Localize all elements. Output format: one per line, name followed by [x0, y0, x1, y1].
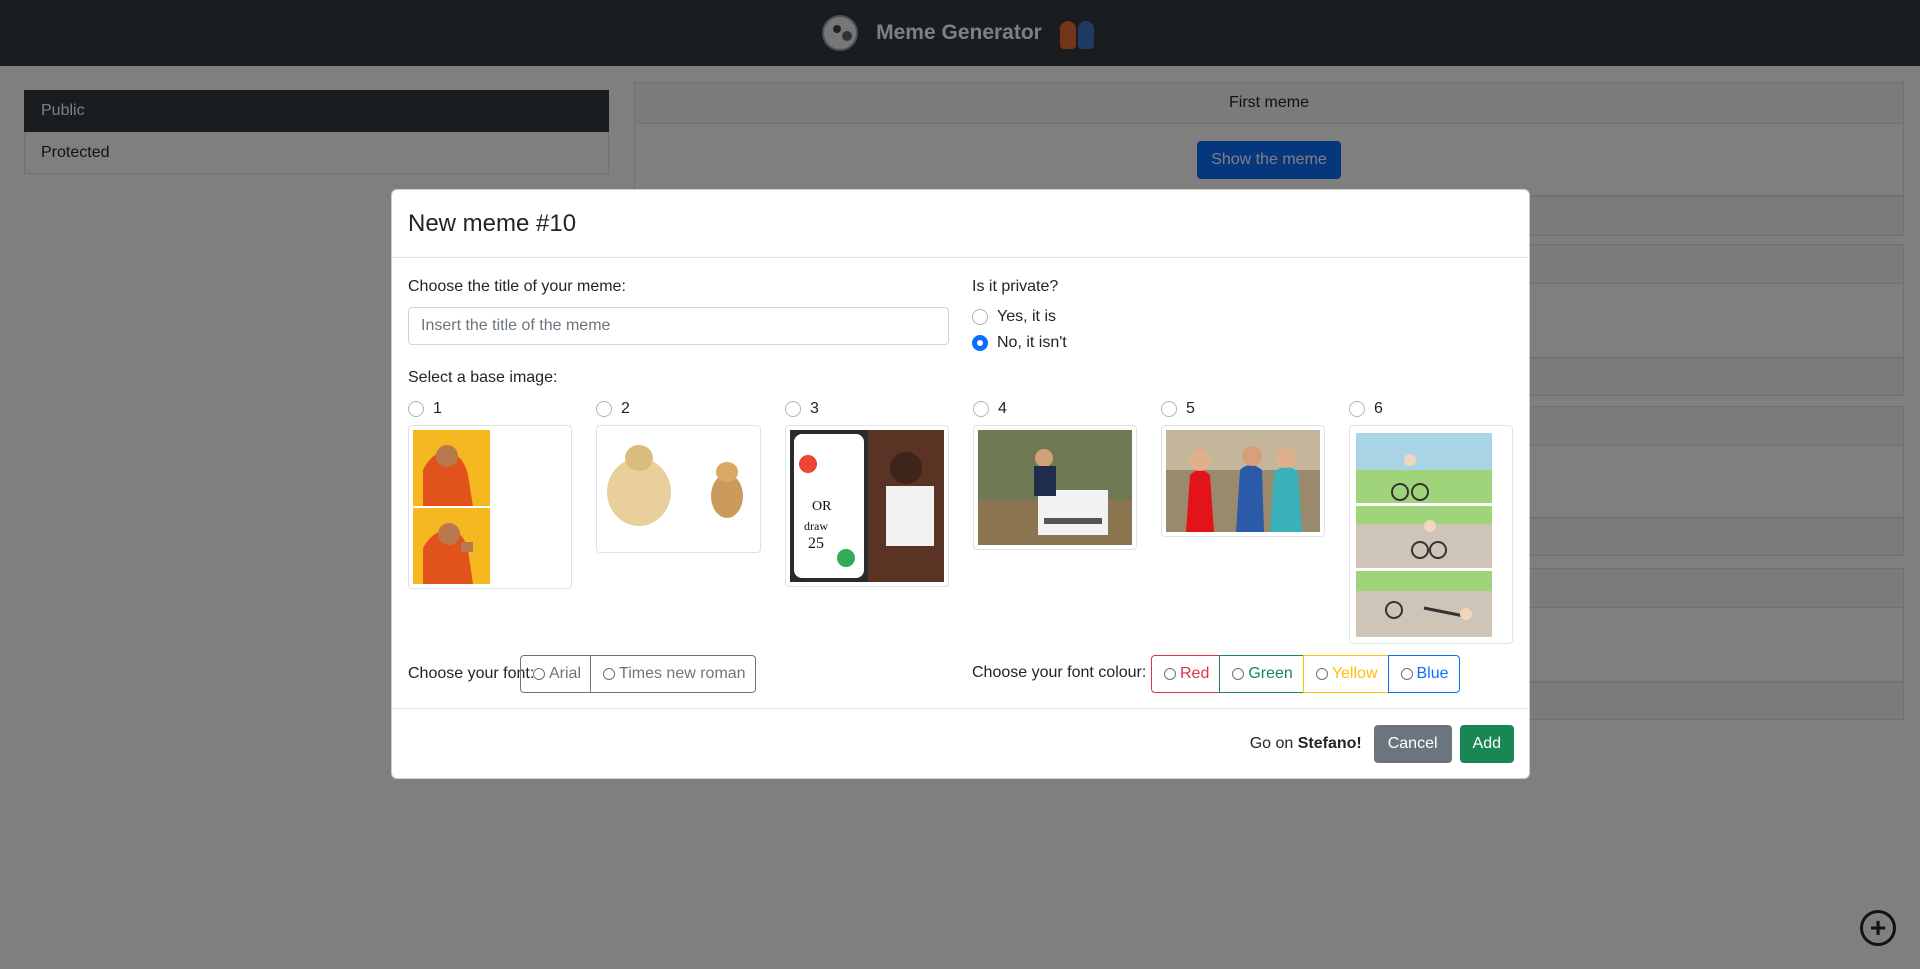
base-image-radio[interactable] — [973, 401, 989, 417]
svg-text:OR: OR — [812, 499, 832, 514]
modal-header: New meme #10 — [392, 190, 1529, 258]
font-colour-label: Choose your font colour: — [972, 664, 1147, 681]
font-option-label: Arial — [549, 665, 582, 682]
base-image-option-1[interactable]: 1 — [408, 400, 572, 589]
colour-radio[interactable] — [1315, 668, 1328, 680]
font-option-label: Times new roman — [619, 665, 746, 682]
base-image-option-6[interactable]: 6 — [1349, 400, 1513, 644]
base-image-radio-row[interactable]: 6 — [1349, 400, 1513, 418]
font-label: Choose your font: — [408, 665, 535, 682]
base-image-number: 5 — [1186, 400, 1195, 417]
font-option-arial[interactable]: Arial — [520, 655, 592, 693]
svg-text:25: 25 — [808, 535, 824, 552]
base-image-radio[interactable] — [408, 401, 424, 417]
title-label: Choose the title of your meme: — [408, 278, 626, 295]
meme-title-input[interactable] — [408, 307, 949, 345]
base-image-number: 3 — [810, 400, 819, 417]
base-image-radio-row[interactable]: 4 — [973, 400, 1137, 418]
private-label: Is it private? — [972, 278, 1059, 295]
font-option-times-new-roman[interactable]: Times new roman — [591, 655, 756, 693]
colour-option-label: Red — [1180, 665, 1210, 682]
base-image-radio[interactable] — [596, 401, 612, 417]
base-image-radio[interactable] — [1349, 401, 1365, 417]
swole-doge-meme-thumbnail[interactable] — [596, 425, 761, 553]
colour-option-yellow[interactable]: Yellow — [1302, 655, 1389, 693]
bike-fall-meme-thumbnail[interactable] — [1349, 425, 1513, 644]
colour-option-label: Blue — [1416, 665, 1449, 682]
colour-radio[interactable] — [1400, 668, 1413, 680]
cancel-button[interactable]: Cancel — [1373, 724, 1452, 763]
base-image-radio[interactable] — [785, 401, 801, 417]
base-image-number: 2 — [621, 400, 630, 417]
base-image-number: 6 — [1374, 400, 1383, 417]
private-yes-label: Yes, it is — [997, 308, 1056, 325]
new-meme-modal: New meme #10 Choose the title of your me… — [391, 189, 1530, 779]
private-no-radio[interactable] — [972, 335, 988, 351]
colour-radio[interactable] — [1232, 668, 1245, 680]
base-image-option-4[interactable]: 4 — [973, 400, 1137, 550]
change-my-mind-meme-thumbnail[interactable] — [973, 425, 1137, 550]
base-image-radio-row[interactable]: 2 — [596, 400, 761, 418]
private-yes-radio[interactable] — [972, 309, 988, 325]
private-no-label: No, it isn't — [997, 334, 1067, 351]
base-image-radio-row[interactable]: 5 — [1161, 400, 1325, 418]
modal-footer: Go on Stefano! Cancel Add — [392, 708, 1529, 778]
svg-text:draw: draw — [804, 519, 828, 533]
base-image-label: Select a base image: — [408, 369, 558, 386]
font-radio[interactable] — [603, 668, 616, 680]
uno-draw-25-meme-thumbnail[interactable]: OR draw 25 — [785, 425, 949, 587]
font-toggle-group: Arial Times new roman — [520, 655, 756, 693]
colour-option-red[interactable]: Red — [1151, 655, 1221, 693]
encouragement-prefix: Go on — [1249, 734, 1298, 752]
base-image-radio[interactable] — [1161, 401, 1177, 417]
private-yes-option[interactable]: Yes, it is — [972, 308, 1056, 326]
add-button[interactable]: Add — [1459, 724, 1514, 763]
base-image-number: 4 — [998, 400, 1007, 417]
username: Stefano! — [1297, 734, 1362, 752]
base-image-radio-row[interactable]: 3 — [785, 400, 949, 418]
modal-body: Choose the title of your meme: Is it pri… — [392, 258, 1529, 710]
colour-option-label: Yellow — [1331, 665, 1378, 682]
base-image-option-3[interactable]: 3 OR draw 25 — [785, 400, 949, 587]
colour-option-green[interactable]: Green — [1219, 655, 1304, 693]
distracted-boyfriend-meme-thumbnail[interactable] — [1161, 425, 1325, 537]
encouragement-text: Go on Stefano! — [1250, 735, 1362, 753]
colour-radio[interactable] — [1164, 668, 1176, 680]
base-image-radio-row[interactable]: 1 — [408, 400, 572, 418]
modal-title: New meme #10 — [408, 209, 577, 237]
font-radio[interactable] — [533, 668, 545, 680]
base-image-number: 1 — [433, 400, 442, 417]
font-colour-toggle-group: Red Green Yellow Blue — [1151, 655, 1460, 693]
colour-option-blue[interactable]: Blue — [1387, 655, 1460, 693]
base-image-option-5[interactable]: 5 — [1161, 400, 1325, 537]
private-no-option[interactable]: No, it isn't — [972, 334, 1067, 352]
base-image-option-2[interactable]: 2 — [596, 400, 761, 553]
drake-meme-thumbnail[interactable] — [408, 425, 572, 589]
colour-option-label: Green — [1248, 665, 1293, 682]
